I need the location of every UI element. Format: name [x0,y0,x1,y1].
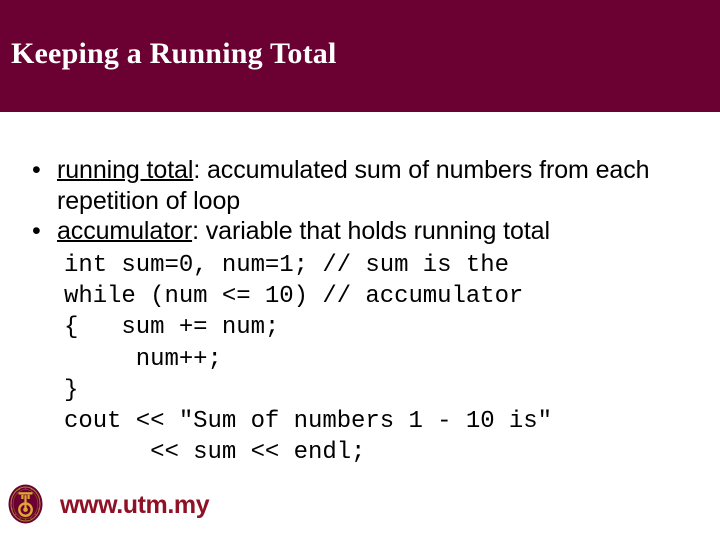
code-line: cout << "Sum of numbers 1 - 10 is" [64,408,552,436]
code-line: << sum << endl; [64,439,366,467]
utm-logo-icon [8,484,43,524]
bullet-point-icon: • [32,217,41,245]
list-item: • running total: accumulated sum of numbe… [28,155,700,216]
code-line: { sum += num; [64,314,280,342]
code-line: int sum=0, num=1; // sum is the [64,252,509,279]
page-title: Keeping a Running Total [11,37,337,70]
code-block: int sum=0, num=1; // sum is the while (nu… [64,250,552,468]
list-item: • accumulator: variable that holds runnin… [28,216,700,247]
code-line: } [64,376,79,404]
slide: Keeping a Running Total • running total : … [0,0,720,540]
code-line: while (num <= 10) // accumulator [64,283,524,311]
bullet-list: • running total: accumulated sum of numbe… [28,155,700,247]
list-item-text: : variable that holds running total [192,217,550,245]
bullet-point-icon: • [32,156,41,184]
header-banner: Keeping a Running Total [0,0,720,112]
footer: www.utm.my [0,476,720,540]
glossary-term-accumulator: accumulator [57,217,193,245]
glossary-term-running-total: running total [57,156,194,184]
utm-website-url: www.utm.my [60,491,210,519]
code-line: num++; [64,345,222,373]
